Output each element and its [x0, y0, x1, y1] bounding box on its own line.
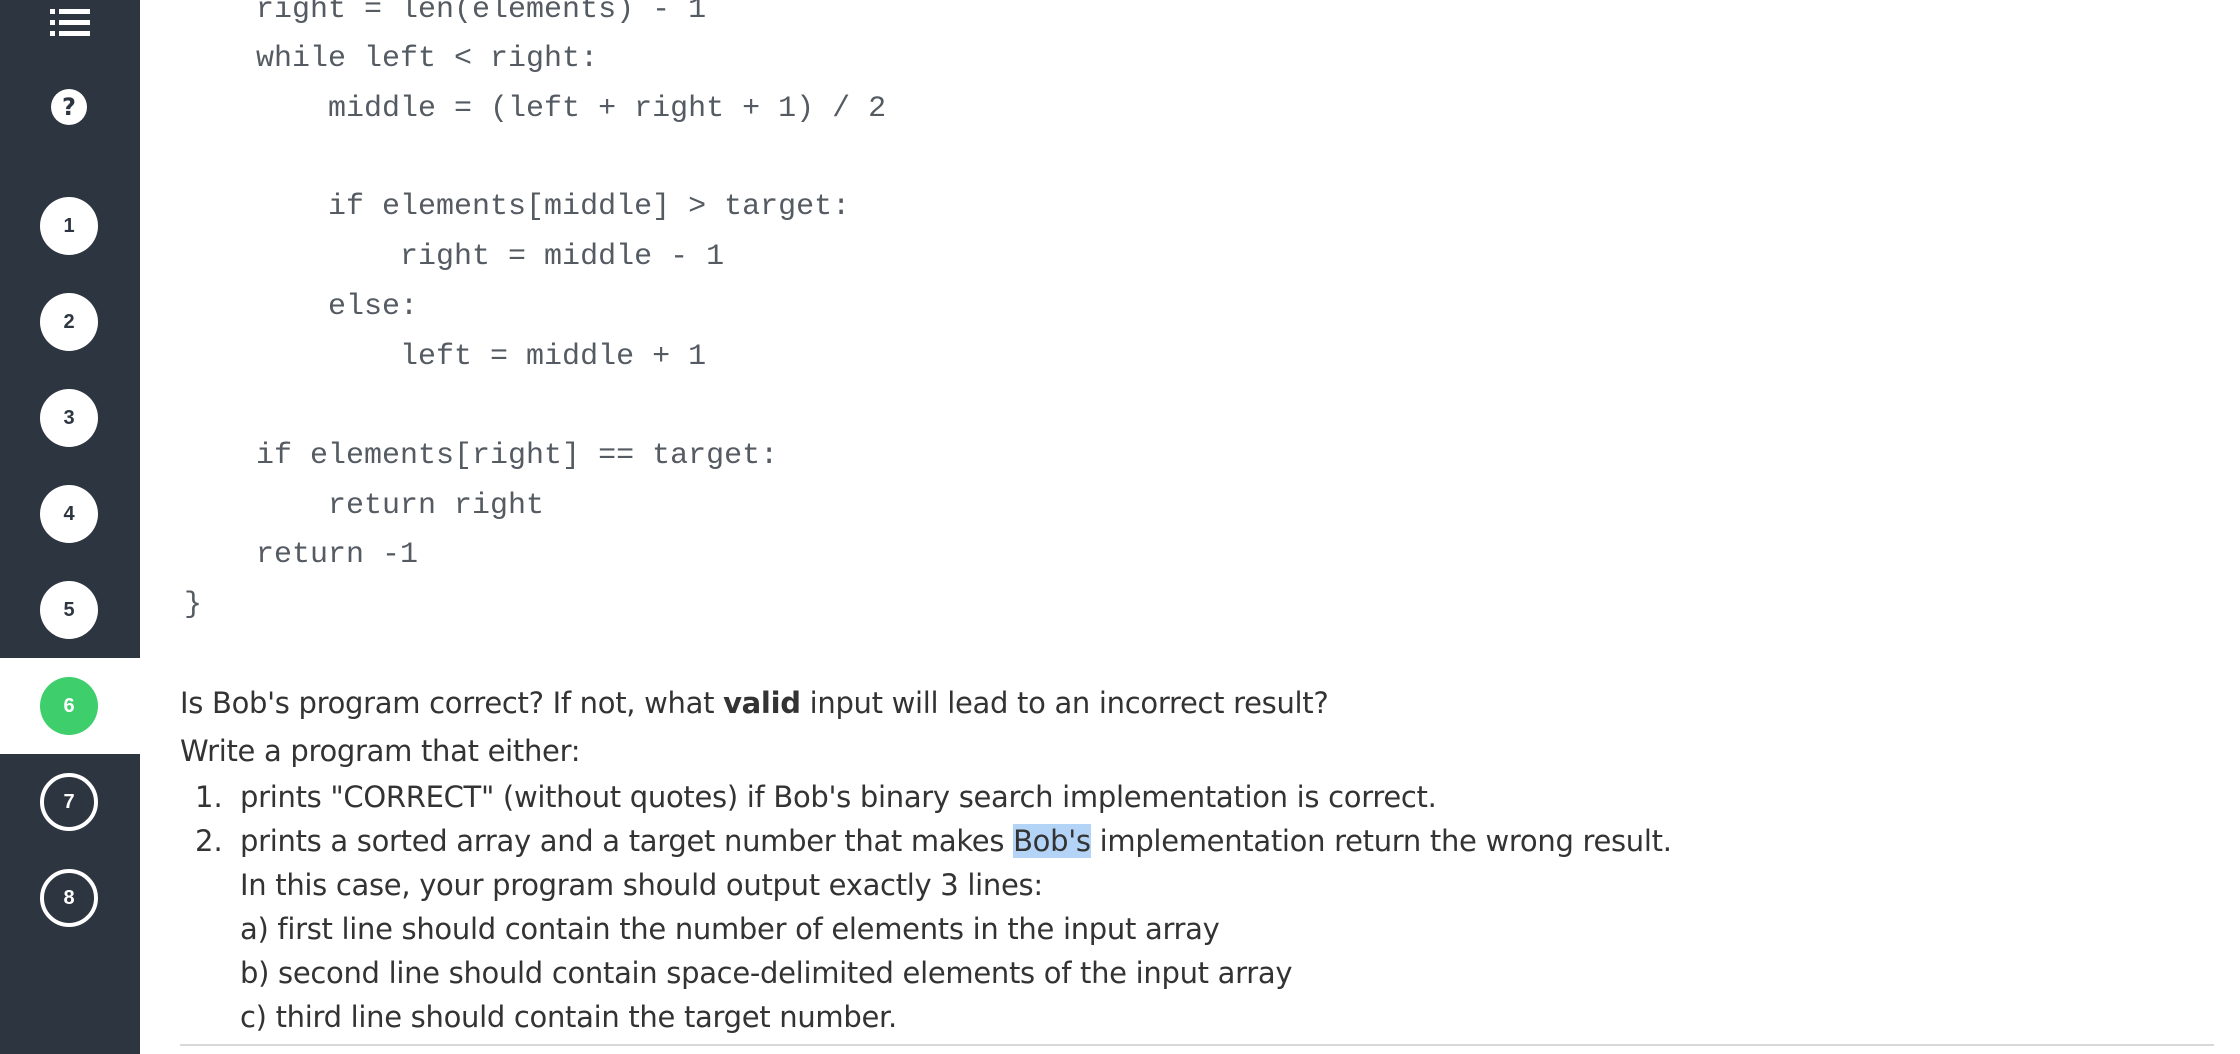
code-line: if elements[right] == target:: [184, 439, 779, 473]
output-detail: a) first line should contain the number …: [240, 912, 1220, 946]
list-item-text: prints a sorted array and a target numbe…: [240, 824, 1014, 858]
code-line: right = middle - 1: [184, 240, 725, 274]
list-item: prints "CORRECT" (without quotes) if Bob…: [240, 780, 1437, 814]
selected-text: Bob's: [1013, 824, 1091, 858]
question-nav-2: 2: [0, 274, 140, 370]
question-nav-6: 6: [0, 658, 140, 754]
question-instruction: Write a program that either:: [180, 734, 581, 768]
question-bold: valid: [723, 686, 801, 720]
question-button-6[interactable]: 6: [40, 677, 98, 735]
question-nav-5: 5: [0, 562, 140, 658]
question-button-7[interactable]: 7: [40, 773, 98, 831]
code-line: while left < right:: [184, 42, 599, 76]
question-sidebar: ? 1 2 3 4 5 6 7 8: [0, 0, 140, 1054]
question-nav-8: 8: [0, 850, 140, 946]
code-line: return right: [184, 489, 545, 523]
question-button-5[interactable]: 5: [40, 581, 98, 639]
code-line: middle = (left + right + 1) / 2: [184, 92, 887, 126]
list-icon[interactable]: [50, 6, 90, 40]
list-item: prints a sorted array and a target numbe…: [240, 821, 1672, 861]
output-detail: b) second line should contain space-deli…: [240, 956, 1293, 990]
code-line: left = middle + 1: [184, 340, 707, 374]
question-button-8[interactable]: 8: [40, 869, 98, 927]
list-item-text: implementation return the wrong result.: [1090, 824, 1672, 858]
question-suffix: input will lead to an incorrect result?: [800, 686, 1329, 720]
quiz-app: ? 1 2 3 4 5 6 7 8 right = len(elements) …: [0, 0, 2240, 1054]
question-button-3[interactable]: 3: [40, 389, 98, 447]
code-line: right = len(elements) - 1: [184, 0, 707, 27]
code-line: }: [184, 588, 203, 622]
question-nav-4: 4: [0, 466, 140, 562]
question-nav-3: 3: [0, 370, 140, 466]
question-content: right = len(elements) - 1 while left < r…: [140, 0, 2240, 1054]
list-number: 1.: [195, 780, 223, 814]
question-nav-7: 7: [0, 754, 140, 850]
divider: [180, 1044, 2214, 1046]
question-prefix: Is Bob's program correct? If not, what: [180, 686, 724, 720]
question-button-2[interactable]: 2: [40, 293, 98, 351]
code-line: if elements[middle] > target:: [184, 190, 851, 224]
output-detail: c) third line should contain the target …: [240, 1000, 897, 1034]
list-number: 2.: [195, 824, 223, 858]
question-nav-1: 1: [0, 178, 140, 274]
help-icon[interactable]: ?: [51, 89, 87, 125]
code-line: return -1: [184, 538, 419, 572]
code-line: else:: [184, 290, 419, 324]
output-detail: In this case, your program should output…: [240, 868, 1043, 902]
question-prompt: Is Bob's program correct? If not, what v…: [180, 683, 1329, 723]
question-button-1[interactable]: 1: [40, 197, 98, 255]
question-button-4[interactable]: 4: [40, 485, 98, 543]
